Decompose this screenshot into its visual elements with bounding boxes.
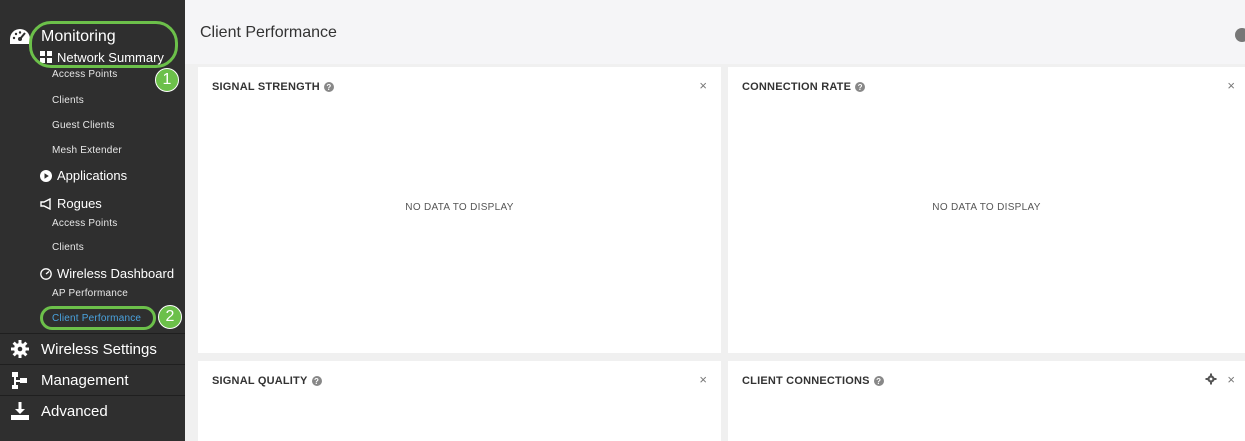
step-badge-1: 1 bbox=[155, 68, 179, 92]
panel-title-text: SIGNAL STRENGTH bbox=[212, 81, 320, 93]
menu-wireless-settings[interactable]: Wireless Settings bbox=[0, 333, 185, 364]
panel-client-connections: CLIENT CONNECTIONS ? × bbox=[728, 361, 1245, 441]
management-label: Management bbox=[41, 371, 129, 389]
close-icon[interactable]: × bbox=[699, 78, 707, 93]
rogues-label: Rogues bbox=[57, 196, 102, 211]
panel-title-text: SIGNAL QUALITY bbox=[212, 375, 308, 387]
close-icon[interactable]: × bbox=[1227, 78, 1235, 93]
panel-title-text: CONNECTION RATE bbox=[742, 81, 852, 93]
sidebar-item-applications[interactable]: Applications bbox=[40, 168, 127, 183]
bullhorn-icon bbox=[40, 197, 51, 210]
help-icon[interactable]: ? bbox=[873, 376, 884, 386]
gear-icon bbox=[11, 340, 29, 358]
panel-signal-quality: SIGNAL QUALITY ? × bbox=[198, 361, 721, 441]
no-data-message: NO DATA TO DISPLAY bbox=[405, 202, 514, 213]
menu-management[interactable]: Management bbox=[0, 364, 185, 395]
close-icon[interactable]: × bbox=[1227, 372, 1235, 387]
settings-icon[interactable] bbox=[1235, 28, 1245, 42]
wireless-dashboard-label: Wireless Dashboard bbox=[57, 266, 175, 281]
sidebar-item-rogue-clients[interactable]: Clients bbox=[52, 242, 84, 253]
sidebar-item-mesh-extender[interactable]: Mesh Extender bbox=[52, 145, 122, 156]
sidebar: Monitoring Network Summary Access Points… bbox=[0, 0, 185, 441]
sitemap-icon bbox=[12, 372, 27, 389]
play-circle-icon bbox=[40, 169, 52, 182]
page-title: Client Performance bbox=[200, 24, 337, 41]
main-content: Client Performance SIGNAL STRENGTH ? × N… bbox=[185, 0, 1245, 441]
panel-signal-strength: SIGNAL STRENGTH ? × NO DATA TO DISPLAY bbox=[198, 67, 721, 353]
panel-connection-rate: CONNECTION RATE ? × NO DATA TO DISPLAY bbox=[728, 67, 1245, 353]
panel-title-text: CLIENT CONNECTIONS bbox=[742, 375, 870, 387]
sidebar-item-ap-performance[interactable]: AP Performance bbox=[52, 288, 128, 299]
panel-title: SIGNAL STRENGTH ? bbox=[212, 81, 334, 93]
menu-advanced[interactable]: Advanced bbox=[0, 395, 185, 426]
sidebar-item-rogue-access-points[interactable]: Access Points bbox=[52, 218, 117, 229]
page-header: Client Performance bbox=[185, 0, 1245, 64]
sidebar-item-guest-clients[interactable]: Guest Clients bbox=[52, 120, 115, 131]
help-icon[interactable]: ? bbox=[323, 82, 334, 92]
panel-title: CLIENT CONNECTIONS ? bbox=[742, 375, 884, 387]
help-icon[interactable]: ? bbox=[855, 82, 866, 92]
highlight-client-performance-oval bbox=[40, 306, 156, 330]
sidebar-item-rogues[interactable]: Rogues bbox=[40, 196, 102, 211]
dashboard-icon bbox=[40, 267, 52, 280]
close-icon[interactable]: × bbox=[699, 372, 707, 387]
sidebar-item-wireless-dashboard[interactable]: Wireless Dashboard bbox=[40, 266, 174, 281]
gear-icon[interactable] bbox=[1205, 373, 1217, 385]
highlight-monitoring-oval bbox=[29, 21, 178, 68]
panel-title: SIGNAL QUALITY ? bbox=[212, 375, 322, 387]
advanced-label: Advanced bbox=[41, 402, 108, 420]
step-badge-2: 2 bbox=[158, 305, 182, 329]
help-icon[interactable]: ? bbox=[311, 376, 322, 386]
sidebar-item-access-points[interactable]: Access Points bbox=[52, 69, 117, 80]
sidebar-item-clients[interactable]: Clients bbox=[52, 95, 84, 106]
download-icon bbox=[11, 402, 29, 420]
wireless-settings-label: Wireless Settings bbox=[41, 340, 157, 358]
no-data-message: NO DATA TO DISPLAY bbox=[932, 202, 1041, 213]
applications-label: Applications bbox=[57, 168, 128, 183]
panel-title: CONNECTION RATE ? bbox=[742, 81, 866, 93]
